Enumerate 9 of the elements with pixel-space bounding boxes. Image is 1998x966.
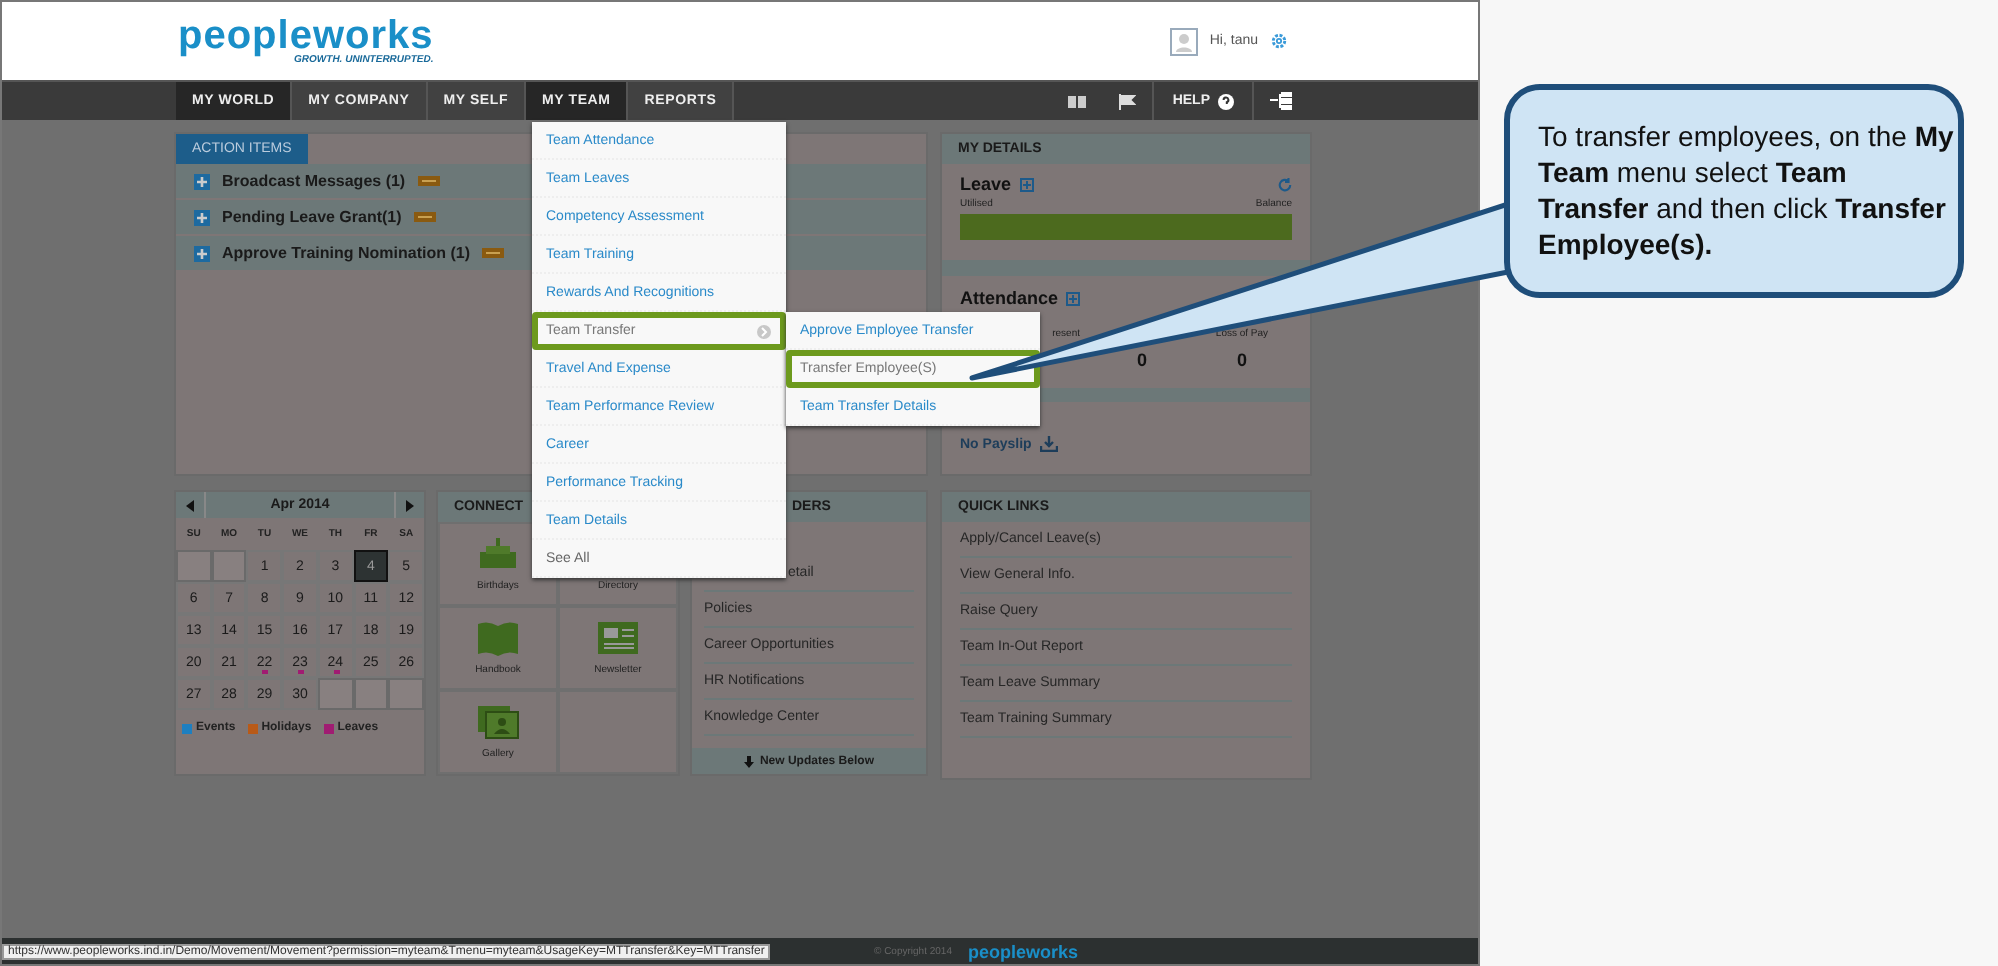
footer-logo: peopleworks xyxy=(967,941,1078,961)
attendance-value: 0 xyxy=(1236,350,1247,370)
action-item-label: Approve Training Nomination (1) xyxy=(222,244,471,262)
leave-title: Leave xyxy=(960,174,1012,194)
callout: To transfer employees, on the My Team menu select Team Transfer and then click Transfer Employee(s). xyxy=(1504,84,1964,298)
action-item-label: Pending Leave Grant(1) xyxy=(222,208,402,226)
attendance-title: Attendance xyxy=(960,288,1059,308)
attendance-value: 0 xyxy=(1136,350,1147,370)
action-item-label: Broadcast Messages (1) xyxy=(222,172,406,190)
